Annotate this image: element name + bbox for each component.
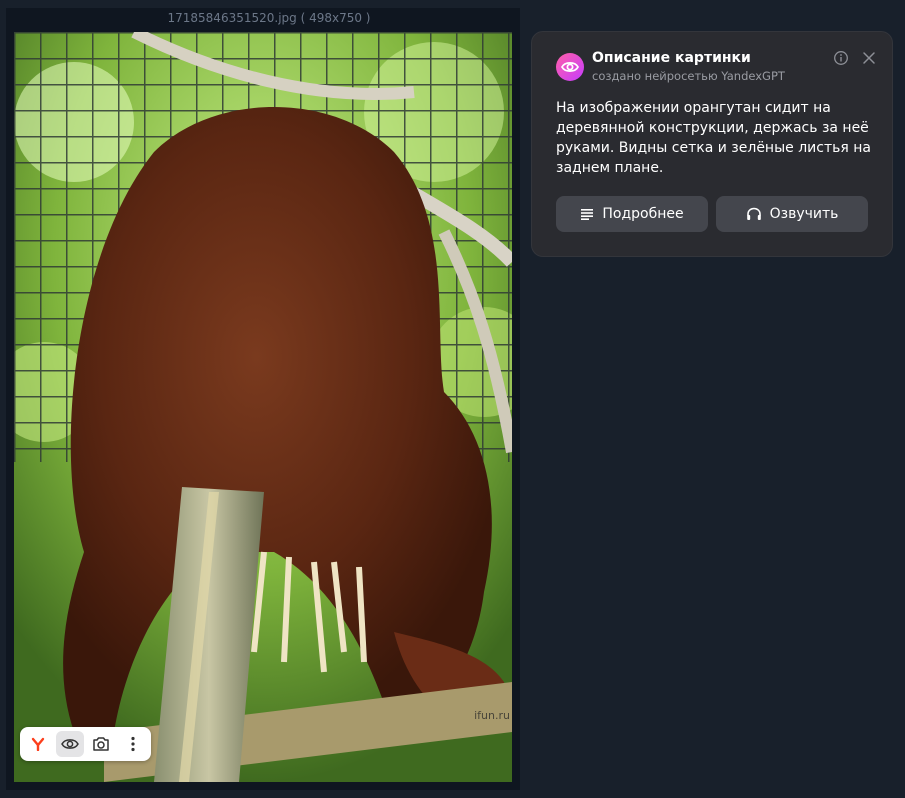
more-details-button[interactable]: Подробнее — [556, 196, 708, 232]
image-toolbar — [20, 727, 151, 761]
orangutan-photo — [14, 32, 512, 782]
info-button[interactable] — [833, 50, 849, 66]
image-viewer: 17185846351520.jpg ( 498x750 ) ifun.ru — [6, 8, 520, 790]
more-button[interactable] — [119, 731, 147, 757]
camera-search-icon — [93, 737, 110, 751]
eye-icon — [60, 739, 79, 749]
describe-logo — [556, 53, 584, 81]
photo[interactable]: ifun.ru — [14, 32, 512, 782]
image-description-card: Описание картинки создано нейросетью Yan… — [531, 31, 893, 257]
more-vertical-icon — [131, 736, 135, 752]
description-text: На изображении орангутан сидит на деревя… — [556, 100, 871, 176]
headphones-icon — [746, 207, 761, 220]
close-button[interactable] — [861, 50, 877, 66]
info-icon — [834, 51, 848, 65]
image-filename: 17185846351520.jpg ( 498x750 ) — [167, 11, 371, 25]
yandex-logo-icon — [31, 737, 45, 751]
card-subtitle: создано нейросетью YandexGPT — [592, 69, 785, 83]
more-details-label: Подробнее — [602, 206, 684, 222]
yandex-button[interactable] — [24, 731, 52, 757]
speak-label: Озвучить — [769, 206, 839, 222]
search-by-image-button[interactable] — [88, 731, 116, 757]
watermark-text: ifun.ru — [474, 709, 510, 722]
describe-image-button[interactable] — [55, 731, 84, 757]
eye-icon — [561, 61, 579, 73]
card-title: Описание картинки — [592, 50, 751, 66]
close-icon — [863, 52, 875, 64]
text-lines-icon — [581, 209, 594, 220]
speak-button[interactable]: Озвучить — [716, 196, 868, 232]
